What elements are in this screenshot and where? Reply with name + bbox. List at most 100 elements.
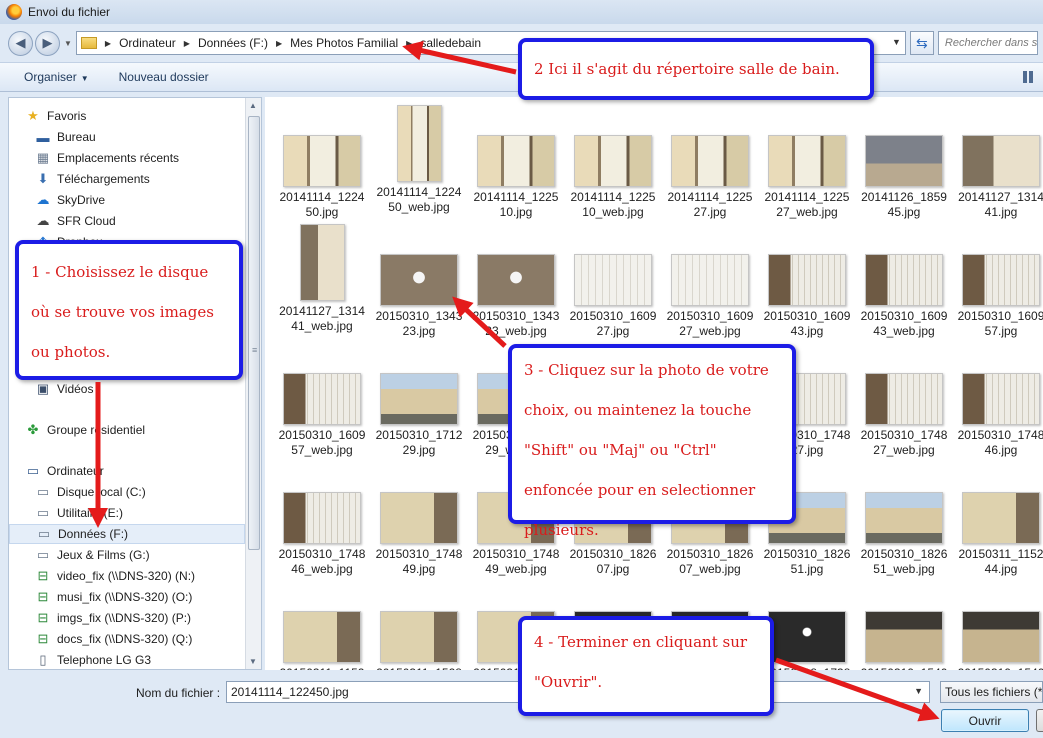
refresh-button[interactable]: ⇆ bbox=[909, 31, 934, 55]
file-item[interactable]: 20150318_173825.jpg bbox=[762, 581, 852, 670]
file-item[interactable]: 20141127_131441.jpg bbox=[956, 105, 1043, 220]
back-button[interactable]: ◀ bbox=[8, 30, 33, 56]
nav-item-label: Jeux & Films (G:) bbox=[57, 548, 150, 562]
file-item[interactable]: 20150310_174827_web.jpg bbox=[859, 343, 949, 458]
file-item[interactable]: 20141114_122527.jpg bbox=[665, 105, 755, 220]
chevron-right-icon[interactable]: ▶ bbox=[406, 39, 412, 48]
file-item[interactable]: 20150310_160927.jpg bbox=[568, 224, 658, 339]
file-item[interactable]: 20150311_115244.jpg bbox=[956, 462, 1043, 577]
file-item[interactable]: 20150310_174846.jpg bbox=[956, 343, 1043, 458]
filename-label: Nom du fichier : bbox=[136, 686, 221, 700]
file-name-label: 20150310_174846_web.jpg bbox=[278, 547, 366, 576]
recent-pages-dropdown[interactable]: ▼ bbox=[64, 39, 72, 48]
file-name-label: 20150310_134323_web.jpg bbox=[472, 309, 560, 338]
file-item[interactable]: 20141114_122450_web.jpg bbox=[374, 105, 464, 215]
nav-item[interactable]: ▭ Données (F:) bbox=[9, 524, 245, 544]
file-item[interactable]: 20150311_115244_web.jpg bbox=[277, 581, 367, 670]
network-drive-icon: ⊟ bbox=[37, 589, 49, 604]
nav-item[interactable]: ▭ Utilitaire (E:) bbox=[9, 503, 245, 523]
cloud-icon: ☁ bbox=[36, 192, 50, 207]
file-item[interactable]: 20150310_160943_web.jpg bbox=[859, 224, 949, 339]
photo-thumbnail bbox=[962, 611, 1040, 663]
breadcrumb-computer[interactable]: Ordinateur bbox=[119, 36, 176, 50]
address-dropdown-icon[interactable]: ▼ bbox=[892, 37, 901, 47]
forward-button[interactable]: ▶ bbox=[35, 30, 60, 56]
breadcrumb-photos[interactable]: Mes Photos Familial bbox=[290, 36, 398, 50]
drive-icon: ▭ bbox=[36, 547, 50, 562]
nav-item[interactable]: ▯ Telephone LG G3 bbox=[9, 650, 245, 669]
nav-item[interactable]: ▭ Disque local (C:) bbox=[9, 482, 245, 502]
file-item[interactable]: 20150310_160927_web.jpg bbox=[665, 224, 755, 339]
filename-dropdown-icon[interactable]: ▼ bbox=[914, 686, 923, 696]
annotation-step-2-text: 2 Ici il s'agit du répertoire salle de b… bbox=[534, 60, 840, 78]
downloads-icon: ⬇ bbox=[37, 171, 49, 186]
file-name-label: 20150310_182651_web.jpg bbox=[860, 547, 948, 576]
file-item[interactable]: 20141126_185945.jpg bbox=[859, 105, 949, 220]
photo-thumbnail bbox=[380, 254, 458, 306]
organize-label: Organiser bbox=[24, 70, 77, 84]
back-arrow-icon: ◀ bbox=[15, 35, 26, 50]
nav-item[interactable]: ▣ Vidéos bbox=[9, 379, 245, 399]
cancel-button[interactable] bbox=[1036, 709, 1043, 732]
breadcrumb-current[interactable]: salledebain bbox=[420, 36, 481, 50]
file-item[interactable]: 20150311_152818.jpg bbox=[374, 581, 464, 670]
nav-item[interactable]: ☁ SFR Cloud bbox=[9, 211, 245, 231]
nav-item[interactable]: ▭ Jeux & Films (G:) bbox=[9, 545, 245, 565]
scroll-down-icon[interactable]: ▼ bbox=[249, 657, 257, 666]
chevron-right-icon[interactable]: ▶ bbox=[276, 39, 282, 48]
file-type-select[interactable]: Tous les fichiers (*.*) bbox=[940, 681, 1043, 703]
file-item[interactable]: 20150310_160957.jpg bbox=[956, 224, 1043, 339]
file-item[interactable]: 20141114_122510_web.jpg bbox=[568, 105, 658, 220]
chevron-right-icon[interactable]: ▶ bbox=[184, 39, 190, 48]
nav-item[interactable]: ⊟ imgs_fix (\\DNS-320) (P:) bbox=[9, 608, 245, 628]
nav-item[interactable]: ⊟ musi_fix (\\DNS-320) (O:) bbox=[9, 587, 245, 607]
file-item[interactable]: 20150310_174846_web.jpg bbox=[277, 462, 367, 577]
file-name-label: 20150311_152818.jpg bbox=[374, 666, 464, 670]
file-name-label: 20150310_182607_web.jpg bbox=[666, 547, 754, 576]
nav-scroll-thumb[interactable]: ≡ bbox=[248, 116, 260, 550]
file-item[interactable]: 20141114_122450.jpg bbox=[277, 105, 367, 220]
nav-item[interactable]: ⬇ Téléchargements bbox=[9, 169, 245, 189]
file-name-label: 20141127_131441_web.jpg bbox=[279, 304, 365, 333]
nav-item[interactable]: ▦ Emplacements récents bbox=[9, 148, 245, 168]
nav-item-label: Telephone LG G3 bbox=[57, 653, 152, 667]
nav-item[interactable]: ▬ Bureau bbox=[9, 127, 245, 147]
nav-item[interactable]: ★ Favoris bbox=[9, 106, 245, 126]
nav-item[interactable]: ▭ Ordinateur bbox=[9, 461, 245, 481]
new-folder-button[interactable]: Nouveau dossier bbox=[119, 70, 209, 84]
filename-value: 20141114_122450.jpg bbox=[231, 685, 349, 699]
nav-item[interactable]: ⊟ video_fix (\\DNS-320) (N:) bbox=[9, 566, 245, 586]
file-item[interactable]: 20150310_182651_web.jpg bbox=[859, 462, 949, 577]
organize-button[interactable]: Organiser ▼ bbox=[24, 70, 89, 84]
search-input[interactable]: Rechercher dans salledebain bbox=[937, 31, 1038, 55]
nav-scrollbar[interactable]: ▲ ≡ ▼ bbox=[245, 98, 261, 669]
file-item[interactable]: 20150310_174849.jpg bbox=[374, 462, 464, 577]
open-button[interactable]: Ouvrir bbox=[941, 709, 1029, 732]
chevron-down-icon: ▼ bbox=[80, 74, 89, 83]
network-drive-icon: ⊟ bbox=[37, 610, 49, 625]
file-name-label: 20150310_160943_web.jpg bbox=[860, 309, 948, 338]
file-item[interactable]: 20150310_160943.jpg bbox=[762, 224, 852, 339]
scroll-up-icon[interactable]: ▲ bbox=[249, 101, 257, 110]
nav-item[interactable]: ⊟ docs_fix (\\DNS-320) (Q:) bbox=[9, 629, 245, 649]
file-item[interactable]: 20141114_122527_web.jpg bbox=[762, 105, 852, 220]
file-item[interactable]: 20150310_134323_web.jpg bbox=[471, 224, 561, 339]
chevron-right-icon[interactable]: ▶ bbox=[105, 39, 111, 48]
breadcrumb-drive[interactable]: Données (F:) bbox=[198, 36, 268, 50]
file-item[interactable]: 20150319_154049_web.jpg bbox=[956, 581, 1043, 670]
nav-item-label: imgs_fix (\\DNS-320) (P:) bbox=[57, 611, 192, 625]
file-item[interactable]: 20150310_134323.jpg bbox=[374, 224, 464, 339]
annotation-step-2: 2 Ici il s'agit du répertoire salle de b… bbox=[518, 38, 874, 100]
nav-item[interactable]: ☁ SkyDrive bbox=[9, 190, 245, 210]
nav-item-label: Utilitaire (E:) bbox=[57, 506, 124, 520]
annotation-step-4: 4 - Terminer en cliquant sur "Ouvrir". bbox=[518, 616, 774, 716]
file-item[interactable]: 20150319_154049.jpg bbox=[859, 581, 949, 670]
file-item[interactable]: 20150310_160957_web.jpg bbox=[277, 343, 367, 458]
change-view-icon[interactable] bbox=[1023, 71, 1035, 83]
nav-item[interactable]: ✤ Groupe résidentiel bbox=[9, 420, 245, 440]
file-type-value: Tous les fichiers (*.*) bbox=[945, 685, 1043, 699]
file-item[interactable]: 20141114_122510.jpg bbox=[471, 105, 561, 220]
file-item[interactable]: 20150310_171229.jpg bbox=[374, 343, 464, 458]
file-item[interactable]: 20141127_131441_web.jpg bbox=[277, 224, 367, 334]
file-name-label: 20150319_154049.jpg bbox=[859, 666, 949, 670]
